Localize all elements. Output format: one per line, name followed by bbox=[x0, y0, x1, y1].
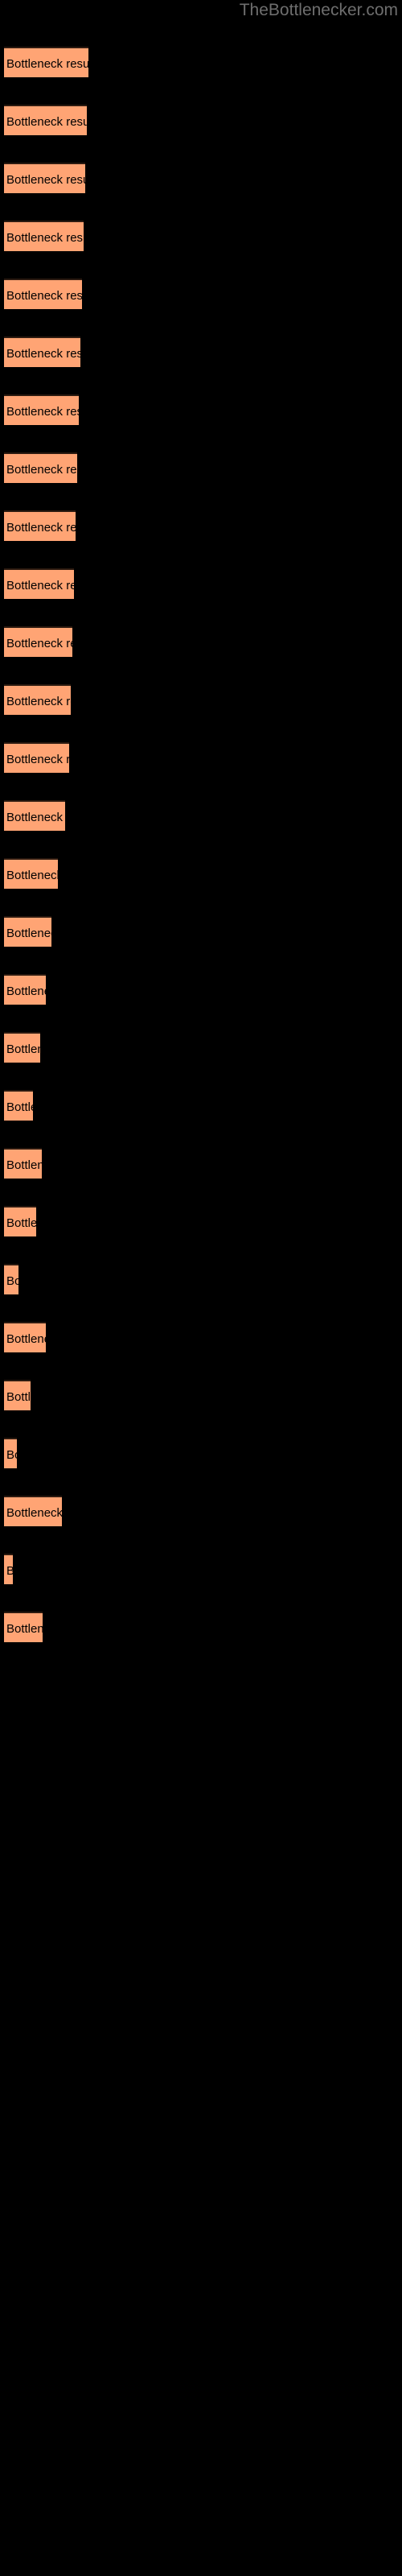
bar-10[interactable]: Bottleneck result bbox=[4, 568, 74, 599]
bar-22[interactable]: Bottleneck result bbox=[4, 1264, 18, 1294]
bar-row: Bottleneck result bbox=[4, 1438, 17, 1468]
bar-label: Bottleneck result bbox=[6, 231, 84, 245]
bar-label: Bottleneck result bbox=[6, 811, 65, 824]
bar-label: Bottleneck result bbox=[6, 1622, 43, 1636]
bar-row: Bottleneck result bbox=[4, 1090, 33, 1121]
bar-label: Bottleneck result bbox=[6, 1158, 42, 1172]
bar-row: Bottleneck result bbox=[4, 221, 84, 251]
bar-row: Bottleneck result bbox=[4, 1264, 18, 1294]
bar-7[interactable]: Bottleneck result bbox=[4, 394, 79, 425]
bar-17[interactable]: Bottleneck result bbox=[4, 974, 46, 1005]
bar-12[interactable]: Bottleneck result bbox=[4, 684, 71, 715]
bar-8[interactable]: Bottleneck result bbox=[4, 452, 77, 483]
bar-18[interactable]: Bottleneck result bbox=[4, 1032, 40, 1063]
bar-row: Bottleneck result bbox=[4, 452, 77, 483]
bar-6[interactable]: Bottleneck result bbox=[4, 336, 80, 367]
bar-label: Bottleneck result bbox=[6, 521, 76, 535]
bar-28[interactable]: Bottleneck result bbox=[4, 1612, 43, 1642]
bar-row: Bottleneck result bbox=[4, 742, 69, 773]
bar-row: Bottleneck result bbox=[4, 47, 88, 77]
bar-row: Bottleneck result bbox=[4, 568, 74, 599]
bar-row: Bottleneck result bbox=[4, 974, 46, 1005]
bar-4[interactable]: Bottleneck result bbox=[4, 221, 84, 251]
bar-11[interactable]: Bottleneck result bbox=[4, 626, 72, 657]
bar-label: Bottleneck result bbox=[6, 1274, 18, 1288]
bar-16[interactable]: Bottleneck result bbox=[4, 916, 51, 947]
bar-label: Bottleneck result bbox=[6, 695, 71, 708]
bar-label: Bottleneck result bbox=[6, 1506, 62, 1520]
bar-row: Bottleneck result bbox=[4, 1148, 42, 1179]
bar-label: Bottleneck result bbox=[6, 1100, 33, 1114]
bar-row: Bottleneck result bbox=[4, 510, 76, 541]
bar-row: Bottleneck result bbox=[4, 916, 51, 947]
bar-label: Bottleneck result bbox=[6, 869, 58, 882]
bar-13[interactable]: Bottleneck result bbox=[4, 742, 69, 773]
bar-row: Bottleneck result bbox=[4, 626, 72, 657]
bar-row: Bottleneck result bbox=[4, 1322, 46, 1352]
bar-row: Bottleneck result bbox=[4, 1380, 31, 1410]
bar-label: Bottleneck result bbox=[6, 637, 72, 650]
bar-14[interactable]: Bottleneck result bbox=[4, 800, 65, 831]
bar-row: Bottleneck result bbox=[4, 858, 58, 889]
bar-label: Bottleneck result bbox=[6, 753, 69, 766]
bar-label: Bottleneck result bbox=[6, 1448, 17, 1462]
bar-1[interactable]: Bottleneck result bbox=[4, 47, 88, 77]
bar-2[interactable]: Bottleneck result bbox=[4, 105, 87, 135]
bar-27[interactable]: Bottleneck result bbox=[4, 1554, 13, 1584]
bar-label: Bottleneck result bbox=[6, 1555, 13, 1584]
bar-label: Bottleneck result bbox=[6, 1216, 36, 1230]
bar-label: Bottleneck result bbox=[6, 1042, 40, 1056]
bar-row: Bottleneck result bbox=[4, 1554, 13, 1584]
bottleneck-chart-page: TheBottlenecker.com Bottleneck result Bot… bbox=[0, 0, 402, 2576]
bar-25[interactable]: Bottleneck result bbox=[4, 1438, 17, 1468]
bar-row: Bottleneck result bbox=[4, 800, 65, 831]
bar-label: Bottleneck result bbox=[6, 985, 46, 998]
bar-label: Bottleneck result bbox=[6, 1332, 46, 1346]
bar-row: Bottleneck result bbox=[4, 1612, 43, 1642]
bar-15[interactable]: Bottleneck result bbox=[4, 858, 58, 889]
bar-chart-plot-area: Bottleneck result Bottleneck result Bottle… bbox=[0, 0, 402, 1690]
bar-row: Bottleneck result bbox=[4, 1206, 36, 1236]
bar-row: Bottleneck result bbox=[4, 279, 82, 309]
bar-label: Bottleneck result bbox=[6, 927, 51, 940]
bar-row: Bottleneck result bbox=[4, 394, 79, 425]
bar-5[interactable]: Bottleneck result bbox=[4, 279, 82, 309]
bar-label: Bottleneck result bbox=[6, 579, 74, 592]
bar-24[interactable]: Bottleneck result bbox=[4, 1380, 31, 1410]
bar-label: Bottleneck result bbox=[6, 347, 80, 361]
bar-row: Bottleneck result bbox=[4, 336, 80, 367]
bar-row: Bottleneck result bbox=[4, 163, 85, 193]
bar-label: Bottleneck result bbox=[6, 405, 79, 419]
bar-row: Bottleneck result bbox=[4, 1032, 40, 1063]
bar-label: Bottleneck result bbox=[6, 115, 87, 129]
bar-23[interactable]: Bottleneck result bbox=[4, 1322, 46, 1352]
bar-3[interactable]: Bottleneck result bbox=[4, 163, 85, 193]
bar-20[interactable]: Bottleneck result bbox=[4, 1148, 42, 1179]
bar-row: Bottleneck result bbox=[4, 1496, 62, 1526]
bar-19[interactable]: Bottleneck result bbox=[4, 1090, 33, 1121]
bar-row: Bottleneck result bbox=[4, 684, 71, 715]
bar-label: Bottleneck result bbox=[6, 463, 77, 477]
bar-label: Bottleneck result bbox=[6, 57, 88, 71]
bar-21[interactable]: Bottleneck result bbox=[4, 1206, 36, 1236]
bar-row: Bottleneck result bbox=[4, 105, 87, 135]
bar-label: Bottleneck result bbox=[6, 173, 85, 187]
bar-label: Bottleneck result bbox=[6, 289, 82, 303]
bar-label: Bottleneck result bbox=[6, 1390, 31, 1404]
bar-9[interactable]: Bottleneck result bbox=[4, 510, 76, 541]
bar-26[interactable]: Bottleneck result bbox=[4, 1496, 62, 1526]
